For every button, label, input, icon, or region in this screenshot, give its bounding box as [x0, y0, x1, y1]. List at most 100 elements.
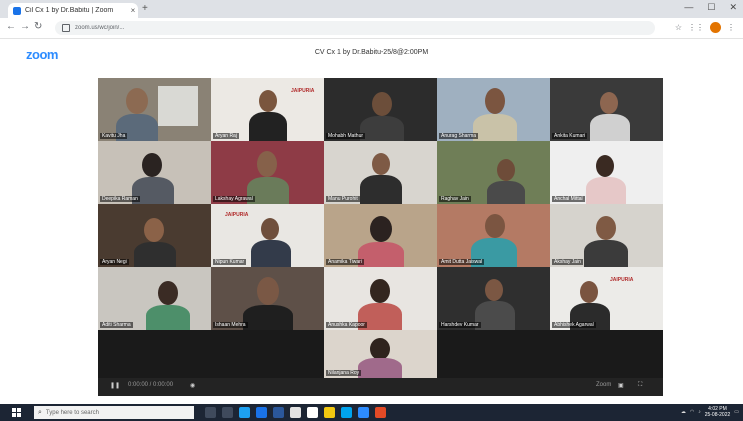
- participant-tile[interactable]: Ankita Kumari: [550, 78, 663, 141]
- participant-name: Aditi Sharma: [100, 322, 133, 328]
- notifications-icon[interactable]: ▭: [734, 409, 739, 415]
- participant-tile[interactable]: Kavitu Jha: [98, 78, 211, 141]
- time-display: 0:00:00 / 0:00:00: [128, 382, 174, 388]
- maximize-icon[interactable]: ☐: [707, 2, 715, 13]
- participant-name: Nipun Kumar: [213, 259, 247, 265]
- participant-name: Ishaan Mehra: [213, 322, 248, 328]
- volume-icon[interactable]: ◉: [190, 382, 195, 389]
- participant-name: Abhishek Agarwal: [552, 322, 596, 328]
- participant-tile[interactable]: Harshdev Kumar: [437, 267, 550, 330]
- profile-avatar[interactable]: [710, 22, 721, 33]
- participant-tile[interactable]: Lakshay Agrawal: [211, 141, 324, 204]
- video-controls-bar: ❚❚ 0:00:00 / 0:00:00 ◉ Zoom ▣ ⛶: [98, 378, 663, 396]
- windows-start-icon[interactable]: [12, 408, 22, 417]
- participant-tile[interactable]: Akshay Jain: [550, 204, 663, 267]
- weather-icon[interactable]: ☁: [681, 409, 686, 415]
- wifi-icon[interactable]: ◠: [690, 409, 694, 415]
- participant-name: Anurag Sharma: [439, 133, 479, 139]
- participant-name: Nilanjana Roy: [326, 370, 362, 376]
- participant-tile[interactable]: Raghav Jain: [437, 141, 550, 204]
- fullscreen-icon[interactable]: ⛶: [638, 382, 642, 389]
- participant-tile[interactable]: JAIPURIA Abhishek Agarwal: [550, 267, 663, 330]
- participant-tile[interactable]: Anamika Tiwari: [324, 204, 437, 267]
- store-icon[interactable]: [307, 407, 318, 418]
- participant-name: Harshdev Kumar: [439, 322, 481, 328]
- participant-tile[interactable]: Mohabh Mathur: [324, 78, 437, 141]
- clock[interactable]: 4:02 PM 25-08-2022: [705, 406, 731, 418]
- tab-close-icon[interactable]: ×: [128, 6, 138, 15]
- participant-tile[interactable]: JAIPURIA Nipun Kumar: [211, 204, 324, 267]
- tab-title: Cil Cx 1 by Dr.Babitu | Zoom: [25, 7, 114, 14]
- participant-name: Raghav Jain: [439, 196, 471, 202]
- settings-app-icon[interactable]: [341, 407, 352, 418]
- windows-taskbar: ⌕ Type here to search ☁ ◠ ♪ 4:02 PM 25-0…: [0, 404, 743, 421]
- participant-name: Deepika Raman: [100, 196, 140, 202]
- participant-name: Aryan Negi: [100, 259, 129, 265]
- forward-icon[interactable]: →: [20, 21, 30, 32]
- participant-tile[interactable]: Anchal Mittal: [550, 141, 663, 204]
- participant-name: Ankita Kumari: [552, 133, 588, 139]
- word-icon[interactable]: [273, 407, 284, 418]
- back-icon[interactable]: ←: [6, 21, 16, 32]
- search-icon: ⌕: [38, 408, 42, 416]
- close-window-icon[interactable]: ✕: [729, 2, 737, 13]
- participant-name: Lakshay Agrawal: [213, 196, 255, 202]
- reload-icon[interactable]: ↻: [34, 21, 42, 32]
- participant-name: Aryan Raj: [213, 133, 239, 139]
- participant-tile[interactable]: JAIPURIA Aryan Raj: [211, 78, 324, 141]
- participant-tile[interactable]: Amit Dutta Jaiswal: [437, 204, 550, 267]
- participant-name: Mohabh Mathur: [326, 133, 366, 139]
- toolbar-icons: ☆ ⋮⋮ ⋮: [675, 22, 735, 33]
- pause-button[interactable]: ❚❚: [110, 382, 120, 389]
- participant-tile[interactable]: Aditi Sharma: [98, 267, 211, 330]
- meeting-title: CV Cx 1 by Dr.Babitu-25/8@2:00PM: [314, 49, 429, 56]
- speaker-icon[interactable]: ♪: [698, 409, 701, 415]
- participant-name: Amit Dutta Jaiswal: [439, 259, 485, 265]
- lock-icon: [62, 24, 70, 32]
- controls-label: Zoom: [596, 382, 612, 388]
- extensions-icon[interactable]: ⋮⋮: [688, 23, 704, 32]
- participant-name: Anchal Mittal: [552, 196, 585, 202]
- menu-icon[interactable]: ⋮: [727, 23, 735, 32]
- explorer-icon[interactable]: [290, 407, 301, 418]
- settings-icon[interactable]: ▣: [618, 382, 624, 389]
- file-manager-icon[interactable]: [324, 407, 335, 418]
- widgets-icon[interactable]: [222, 407, 233, 418]
- search-placeholder: Type here to search: [45, 409, 99, 416]
- participant-name: Manu Purohit: [326, 196, 360, 202]
- participant-tile[interactable]: Deepika Raman: [98, 141, 211, 204]
- system-tray: ☁ ◠ ♪ 4:02 PM 25-08-2022 ▭: [681, 406, 739, 418]
- browser-tab-bar: Cil Cx 1 by Dr.Babitu | Zoom × + — ☐ ✕: [0, 0, 743, 18]
- url-text: zoom.us/wc/join/...: [75, 25, 125, 31]
- participant-name: Anamika Tiwari: [326, 259, 364, 265]
- participant-name: Anushka Kapoor: [326, 322, 367, 328]
- window-controls: — ☐ ✕: [684, 2, 737, 13]
- new-tab-button[interactable]: +: [142, 3, 148, 14]
- zoom-app-icon[interactable]: [358, 407, 369, 418]
- participant-name: Akshay Jain: [552, 259, 583, 265]
- participant-tile[interactable]: Anushka Kapoor: [324, 267, 437, 330]
- address-bar[interactable]: zoom.us/wc/join/...: [55, 21, 655, 35]
- star-icon[interactable]: ☆: [675, 23, 682, 32]
- edge-icon[interactable]: [239, 407, 250, 418]
- zoom-header: zoom CV Cx 1 by Dr.Babitu-25/8@2:00PM: [0, 39, 743, 69]
- participant-tile[interactable]: Manu Purohit: [324, 141, 437, 204]
- participant-face: [126, 88, 148, 114]
- taskbar-search[interactable]: ⌕ Type here to search: [34, 406, 194, 419]
- participant-tile[interactable]: Anurag Sharma: [437, 78, 550, 141]
- zoom-favicon-icon: [13, 6, 21, 15]
- participant-tile[interactable]: Nilanjana Roy: [324, 330, 437, 378]
- banner-text: JAIPURIA: [291, 88, 315, 94]
- chrome-icon[interactable]: [375, 407, 386, 418]
- banner-text: JAIPURIA: [610, 277, 634, 283]
- participant-tile[interactable]: Ishaan Mehra: [211, 267, 324, 330]
- banner-text: JAIPURIA: [225, 212, 249, 218]
- minimize-icon[interactable]: —: [684, 2, 693, 13]
- gallery-view: Kavitu Jha JAIPURIA Aryan Raj Mohabh Mat…: [98, 78, 663, 396]
- task-view-icon[interactable]: [205, 407, 216, 418]
- clock-date: 25-08-2022: [704, 412, 731, 418]
- browser-tab[interactable]: Cil Cx 1 by Dr.Babitu | Zoom ×: [8, 3, 138, 18]
- browser-toolbar: ← → ↻ zoom.us/wc/join/... ☆ ⋮⋮ ⋮: [0, 18, 743, 39]
- mail-icon[interactable]: [256, 407, 267, 418]
- participant-tile[interactable]: Aryan Negi: [98, 204, 211, 267]
